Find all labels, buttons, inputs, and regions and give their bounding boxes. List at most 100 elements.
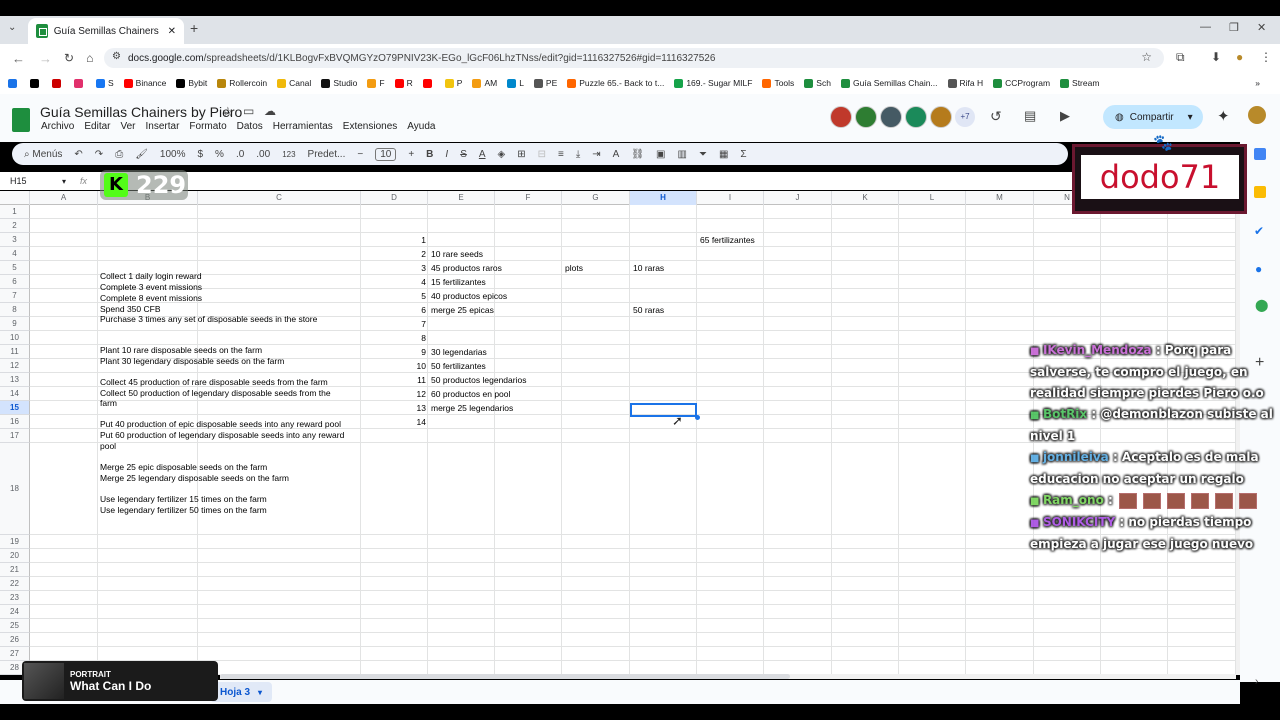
row-header-11[interactable]: 11: [0, 345, 30, 359]
row-header-8[interactable]: 8: [0, 303, 30, 317]
italic-icon[interactable]: I: [445, 149, 448, 160]
borders-icon[interactable]: ⊞: [517, 149, 525, 160]
cell-e-text[interactable]: 40 productos epicos: [431, 291, 507, 302]
row-header-23[interactable]: 23: [0, 591, 30, 605]
font-size-decrease-icon[interactable]: −: [357, 149, 363, 160]
tasks-icon[interactable]: ✔: [1254, 224, 1264, 238]
browser-tab-active[interactable]: Guía Semillas Chainers by Piero ✕: [28, 18, 184, 44]
new-tab-icon[interactable]: +: [190, 20, 198, 36]
column-header-d[interactable]: D: [361, 191, 428, 205]
row-header-27[interactable]: 27: [0, 647, 30, 661]
percent-format-button[interactable]: %: [215, 149, 224, 160]
insert-chart-icon[interactable]: ▥: [678, 149, 687, 160]
cell-d-number[interactable]: 1: [362, 235, 426, 246]
column-header-k[interactable]: K: [832, 191, 899, 205]
show-side-panel-icon[interactable]: ›: [1255, 676, 1258, 687]
cell-b-text[interactable]: Use legendary fertilizer 15 times on the…: [100, 494, 267, 505]
formula-input[interactable]: [87, 174, 1240, 188]
collaborator-avatar[interactable]: [930, 106, 952, 128]
menu-insertar[interactable]: Insertar: [146, 121, 180, 132]
row-header-19[interactable]: 19: [0, 535, 30, 549]
collaborator-avatar[interactable]: [905, 106, 927, 128]
cell-e-text[interactable]: 10 rare seeds: [431, 249, 483, 260]
browser-menu-icon[interactable]: ⋮: [1260, 50, 1272, 64]
functions-icon[interactable]: Σ: [740, 149, 746, 160]
row-header-22[interactable]: 22: [0, 577, 30, 591]
back-icon[interactable]: ←: [12, 51, 25, 66]
name-box-dropdown-icon[interactable]: ▾: [62, 177, 66, 186]
bookmark-item[interactable]: Stream: [1060, 78, 1099, 88]
bookmark-item[interactable]: Canal: [277, 78, 311, 88]
cell-d-number[interactable]: 13: [362, 403, 426, 414]
bookmark-item[interactable]: S: [96, 78, 114, 88]
column-header-l[interactable]: L: [899, 191, 966, 205]
cell-e-text[interactable]: 15 fertilizantes: [431, 277, 486, 288]
row-header-1[interactable]: 1: [0, 205, 30, 219]
strikethrough-icon[interactable]: S: [460, 149, 467, 160]
bookmark-item[interactable]: AM: [472, 78, 497, 88]
menu-formato[interactable]: Formato: [189, 121, 226, 132]
cell-h5[interactable]: 10 raras: [633, 263, 664, 274]
print-icon[interactable]: ⎙: [115, 149, 123, 160]
bookmark-item[interactable]: Rollercoin: [217, 78, 267, 88]
share-dropdown-icon[interactable]: ▾: [1188, 112, 1193, 123]
cell-e-text[interactable]: 50 fertilizantes: [431, 361, 486, 372]
bookmark-item[interactable]: [422, 78, 435, 88]
forward-icon[interactable]: →: [39, 51, 52, 66]
bookmark-item[interactable]: Puzzle 65.- Back to t...: [567, 78, 664, 88]
menu-herramientas[interactable]: Herramientas: [273, 121, 333, 132]
horizontal-align-icon[interactable]: ≡: [558, 149, 564, 160]
column-header-e[interactable]: E: [428, 191, 495, 205]
bookmark-item[interactable]: [8, 78, 20, 88]
cell-d-number[interactable]: 3: [362, 263, 426, 274]
row-header-6[interactable]: 6: [0, 275, 30, 289]
bookmark-item[interactable]: Sch: [804, 78, 831, 88]
download-icon[interactable]: ⬇: [1211, 50, 1221, 64]
share-button[interactable]: ◍ Compartir ▾: [1103, 105, 1203, 129]
cell-e-text[interactable]: 50 productos legendarios: [431, 375, 526, 386]
bookmark-item[interactable]: [52, 78, 64, 88]
cell-d-number[interactable]: 5: [362, 291, 426, 302]
bookmark-item[interactable]: Tools: [762, 78, 794, 88]
bookmark-item[interactable]: PE: [533, 78, 557, 88]
row-header-10[interactable]: 10: [0, 331, 30, 345]
row-header-5[interactable]: 5: [0, 261, 30, 275]
address-bar[interactable]: ⚙ docs.google.com/spreadsheets/d/1KLBogv…: [104, 48, 1164, 68]
cell-b-text[interactable]: Collect 45 production of rare disposable…: [100, 377, 328, 388]
bookmark-star-icon[interactable]: ☆: [1141, 50, 1152, 64]
cell-b-text[interactable]: Merge 25 epic disposable seeds on the fa…: [100, 462, 267, 473]
row-header-14[interactable]: 14: [0, 387, 30, 401]
column-header-h[interactable]: H: [630, 191, 697, 205]
bookmark-item[interactable]: Binance: [123, 78, 166, 88]
number-format-button[interactable]: 123: [282, 150, 295, 159]
bookmark-item[interactable]: F: [367, 78, 385, 88]
meet-icon[interactable]: ▶: [1060, 108, 1070, 124]
cell-d-number[interactable]: 2: [362, 249, 426, 260]
cell-e-text[interactable]: 45 productos raros: [431, 263, 502, 274]
cell-b-text[interactable]: Collect 50 production of legendary dispo…: [100, 388, 331, 399]
bookmark-item[interactable]: Guía Semillas Chain...: [840, 78, 938, 88]
bookmark-item[interactable]: CCProgram: [993, 78, 1050, 88]
account-avatar[interactable]: [1248, 106, 1266, 124]
filter-icon[interactable]: ⏷: [699, 149, 707, 160]
row-header-21[interactable]: 21: [0, 563, 30, 577]
bookmark-item[interactable]: [30, 78, 42, 88]
font-size-increase-icon[interactable]: +: [408, 149, 414, 160]
sheet-tab-dropdown-icon[interactable]: ▾: [258, 688, 262, 697]
row-header-4[interactable]: 4: [0, 247, 30, 261]
menu-extensiones[interactable]: Extensiones: [343, 121, 397, 132]
sheets-logo-icon[interactable]: [12, 108, 30, 132]
row-header-16[interactable]: 16: [0, 415, 30, 429]
column-header-c[interactable]: C: [198, 191, 361, 205]
gemini-icon[interactable]: ✦: [1217, 107, 1230, 125]
cell-d-number[interactable]: 14: [362, 417, 426, 428]
cell-b-text[interactable]: Purchase 3 times any set of disposable s…: [100, 314, 317, 325]
menu-datos[interactable]: Datos: [237, 121, 263, 132]
column-header-g[interactable]: G: [562, 191, 630, 205]
collaborator-avatar[interactable]: [830, 106, 852, 128]
cell-d-number[interactable]: 9: [362, 347, 426, 358]
bookmark-item[interactable]: 169.- Sugar MILF: [674, 78, 752, 88]
fill-handle[interactable]: [695, 415, 700, 420]
cell-e-text[interactable]: 60 productos en pool: [431, 389, 510, 400]
merge-cells-icon[interactable]: ⊟: [538, 149, 546, 160]
